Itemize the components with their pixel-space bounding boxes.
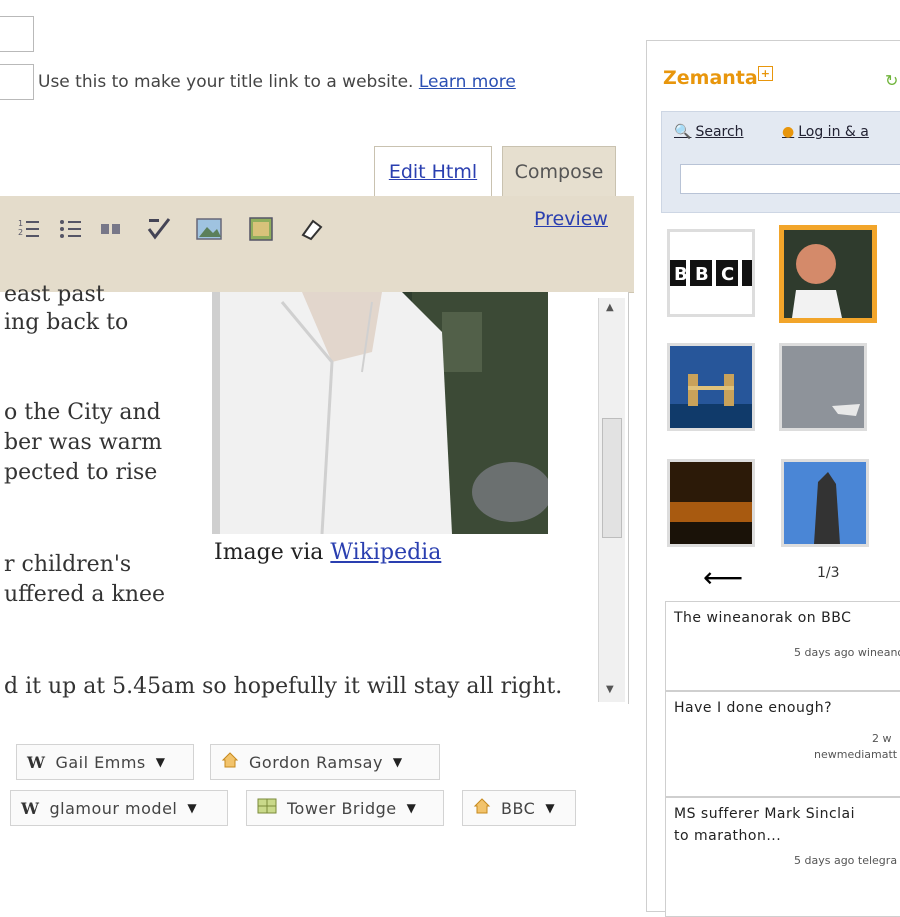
map-icon	[257, 798, 277, 819]
wikipedia-icon: W	[27, 752, 46, 772]
chevron-down-icon[interactable]: ▼	[393, 755, 403, 769]
zemanta-search-input[interactable]	[680, 164, 900, 194]
zemanta-panel: Zemanta + ↻ 🔍 Search ● Log in & a BBC ⟵ 1…	[646, 40, 900, 917]
editor-scrollbar[interactable]: ▲ ▼	[598, 298, 625, 702]
house-icon	[473, 797, 491, 820]
chevron-down-icon[interactable]: ▼	[407, 801, 417, 815]
scroll-down-icon[interactable]: ▼	[606, 684, 614, 695]
tab-search[interactable]: 🔍 Search	[674, 118, 744, 146]
svg-text:C: C	[721, 264, 734, 285]
numbered-list-icon[interactable]: 12	[14, 214, 44, 244]
blockquote-icon[interactable]	[96, 214, 126, 244]
search-icon: 🔍	[674, 124, 692, 140]
title-link-input[interactable]	[0, 64, 34, 100]
remove-formatting-icon[interactable]	[296, 214, 326, 244]
editor-line: d it up at 5.45am so hopefully it will s…	[4, 674, 563, 699]
tag-chip-bbc[interactable]: BBC ▼	[462, 790, 576, 826]
editor-line: east past	[4, 282, 105, 307]
svg-text:1: 1	[18, 219, 23, 228]
editor-line: pected to rise	[4, 460, 158, 485]
image-caption: Image via Wikipedia	[214, 540, 441, 565]
tag-label: BBC	[501, 798, 536, 818]
hint-text: Use this to make your title link to a we…	[38, 72, 414, 92]
editor-line: ber was warm	[4, 430, 163, 455]
article-title[interactable]: MS sufferer Mark Sinclai	[674, 806, 855, 822]
article-card[interactable]: Have I done enough? 2 w newmediamatt	[665, 691, 900, 797]
image-thumb-night[interactable]	[667, 459, 755, 547]
tag-chip-gordon-ramsay[interactable]: Gordon Ramsay ▼	[210, 744, 440, 780]
insert-video-icon[interactable]	[246, 214, 276, 244]
scroll-up-icon[interactable]: ▲	[606, 302, 614, 313]
zemanta-brand-text: Zemanta	[663, 67, 758, 89]
image-thumb-chef[interactable]	[779, 225, 877, 323]
learn-more-link[interactable]: Learn more	[419, 72, 516, 92]
article-card[interactable]: MS sufferer Mark Sinclai to marathon... …	[665, 797, 900, 917]
editor-line: r children's	[4, 552, 132, 577]
tab-login-label: Log in & a	[798, 124, 869, 140]
editor-line: uffered a knee	[4, 582, 166, 607]
wikipedia-link[interactable]: Wikipedia	[330, 540, 441, 565]
title-link-hint: Use this to make your title link to a we…	[38, 72, 516, 92]
zemanta-search-area: 🔍 Search ● Log in & a	[661, 111, 900, 213]
zemanta-logo: Zemanta +	[663, 66, 773, 89]
article-title[interactable]: Have I done enough?	[674, 700, 832, 716]
tag-label: Gordon Ramsay	[249, 752, 383, 772]
tag-label: glamour model	[49, 798, 178, 818]
article-title[interactable]: The wineanorak on BBC	[674, 610, 851, 626]
tab-login[interactable]: ● Log in & a	[782, 118, 869, 146]
tag-chip-glamour-model[interactable]: W glamour model ▼	[10, 790, 228, 826]
tag-chip-gail-emms[interactable]: W Gail Emms ▼	[16, 744, 194, 780]
tab-edit-html[interactable]: Edit Html	[374, 146, 492, 196]
tag-chip-tower-bridge[interactable]: Tower Bridge ▼	[246, 790, 444, 826]
embedded-photo[interactable]	[212, 292, 548, 534]
article-meta: 5 days ago telegra	[794, 854, 898, 867]
editor-toolbar: 12 Preview	[0, 196, 634, 293]
article-meta: newmediamatt	[814, 748, 898, 761]
caption-prefix: Image via	[214, 540, 324, 565]
insert-image-icon[interactable]	[194, 214, 224, 244]
article-meta: 5 days ago wineano	[794, 646, 900, 659]
chevron-down-icon[interactable]: ▼	[545, 801, 555, 815]
title-input[interactable]	[0, 16, 34, 52]
svg-text:B: B	[695, 264, 709, 285]
house-icon	[221, 751, 239, 774]
user-icon: ●	[782, 124, 795, 140]
refresh-icon[interactable]: ↻	[885, 71, 898, 90]
chevron-down-icon[interactable]: ▼	[156, 755, 166, 769]
tag-label: Gail Emms	[55, 752, 146, 772]
wikipedia-icon: W	[21, 798, 40, 818]
tab-compose[interactable]: Compose	[502, 146, 616, 196]
external-link-icon[interactable]: +	[757, 66, 773, 81]
image-thumb-grey[interactable]	[779, 343, 867, 431]
tab-search-label: Search	[695, 124, 744, 140]
editor-line: ing back to	[4, 310, 129, 335]
article-meta-age: 2 w	[872, 732, 892, 745]
preview-link[interactable]: Preview	[534, 208, 608, 230]
chevron-down-icon[interactable]: ▼	[187, 801, 197, 815]
svg-text:B: B	[674, 264, 688, 285]
image-thumb-tower-bridge[interactable]	[667, 343, 755, 431]
image-thumb-statue[interactable]	[781, 459, 869, 547]
spellcheck-icon[interactable]	[144, 214, 174, 244]
scrollbar-thumb[interactable]	[602, 418, 622, 538]
arrow-left-icon[interactable]: ⟵	[703, 561, 743, 594]
tag-label: Tower Bridge	[287, 798, 397, 818]
article-title-line2[interactable]: to marathon...	[674, 828, 781, 844]
compose-editor[interactable]: east past ing back to o the City and ber…	[0, 282, 629, 704]
editor-line: o the City and	[4, 400, 161, 425]
image-thumb-bbc[interactable]: BBC	[667, 229, 755, 317]
pagination-indicator: 1/3	[817, 565, 840, 581]
svg-text:2: 2	[18, 228, 23, 237]
bullet-list-icon[interactable]	[56, 214, 86, 244]
article-card[interactable]: The wineanorak on BBC 5 days ago wineano	[665, 601, 900, 691]
